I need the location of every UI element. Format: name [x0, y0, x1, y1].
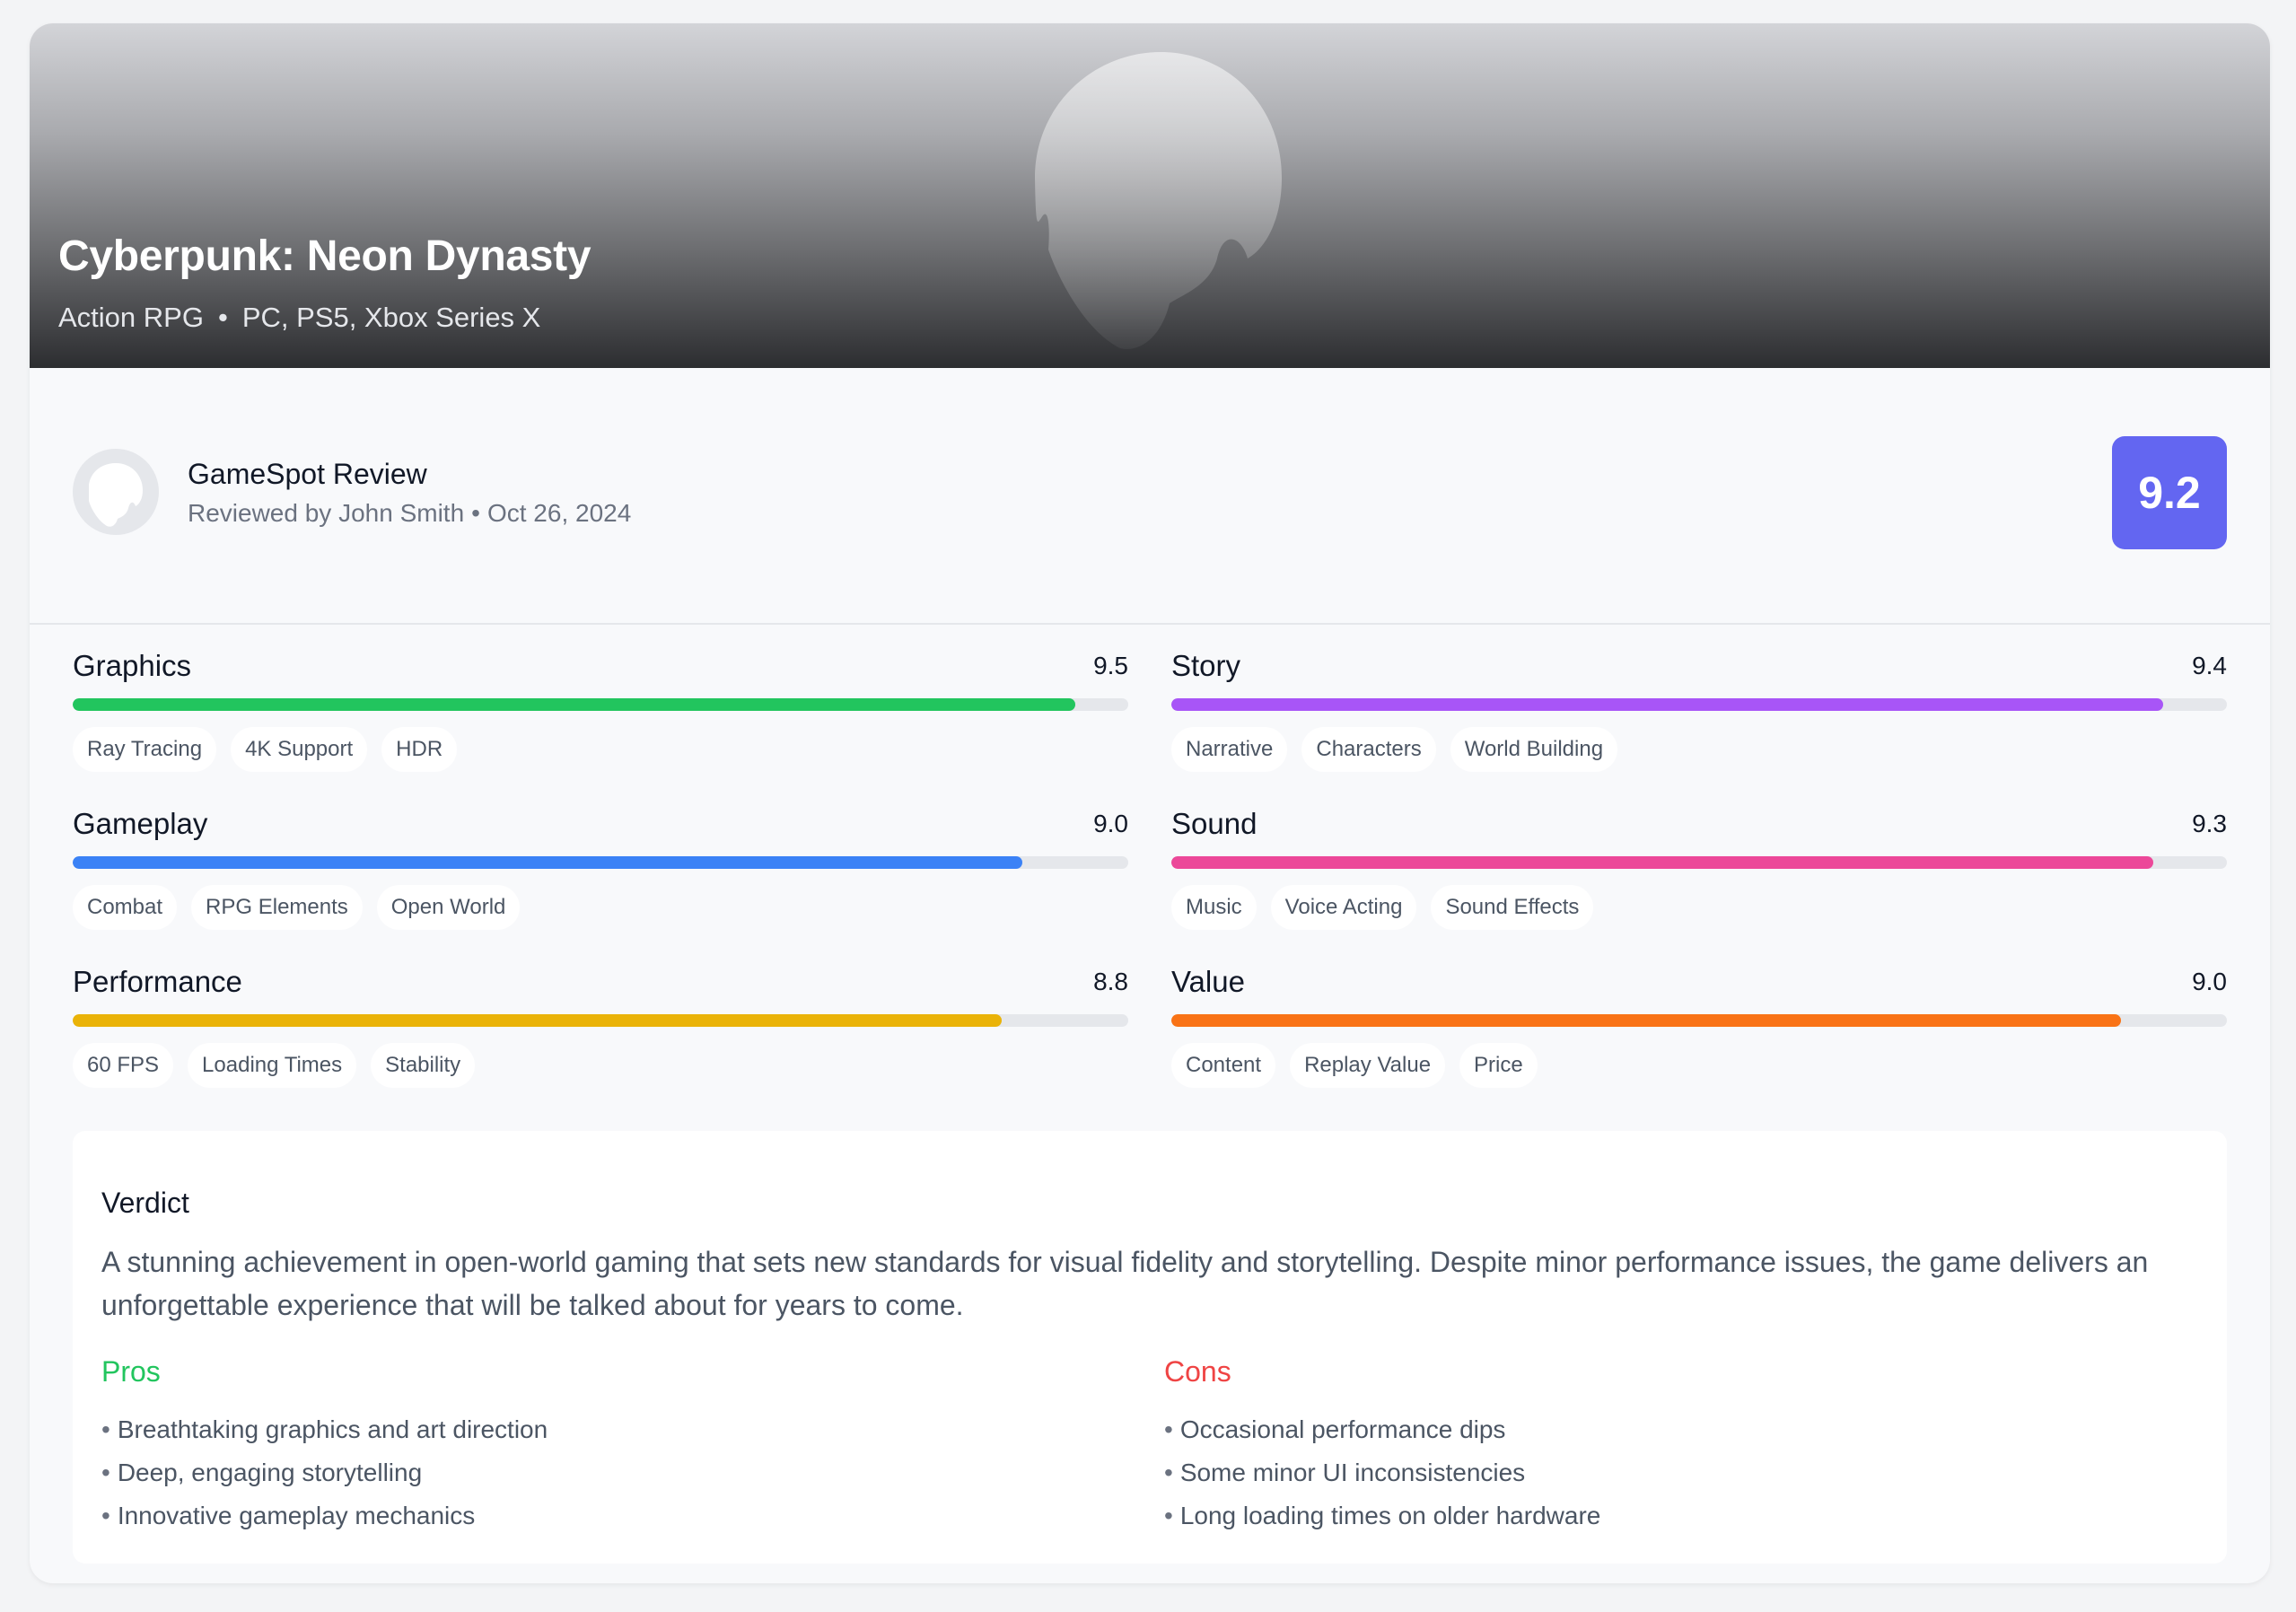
pros-list: Breathtaking graphics and art direction … — [101, 1408, 1089, 1538]
tag-list: Combat RPG Elements Open World — [73, 885, 1128, 930]
review-source: GameSpot Review — [188, 458, 427, 490]
tag[interactable]: World Building — [1450, 727, 1618, 772]
category-performance: Performance 8.8 60 FPS Loading Times Sta… — [73, 962, 1128, 1090]
score-bar-fill — [73, 698, 1076, 711]
hero-placeholder-image — [1035, 52, 1282, 349]
cons-section: Cons Occasional performance dips Some mi… — [1164, 1355, 2151, 1538]
pros-item: Innovative gameplay mechanics — [101, 1494, 1089, 1538]
tag[interactable]: Loading Times — [188, 1043, 357, 1088]
review-date: Oct 26, 2024 — [486, 499, 632, 527]
score-bar — [1171, 1014, 2227, 1027]
tag[interactable]: HDR — [381, 727, 458, 772]
score-bar — [73, 698, 1128, 711]
score-bar — [1171, 698, 2227, 711]
verdict-panel: Verdict A stunning achievement in open-w… — [73, 1131, 2227, 1564]
category-name: Graphics — [73, 649, 192, 682]
category-score: 9.3 — [2192, 810, 2227, 837]
score-bar-fill — [1171, 856, 2153, 869]
category-name: Performance — [73, 965, 242, 998]
score-bar-fill — [73, 856, 1023, 869]
reviewer-name: Reviewed by John Smith — [188, 499, 465, 527]
tag-list: Narrative Characters World Building — [1171, 727, 2227, 772]
meta-separator: • — [217, 302, 228, 333]
category-score: 9.0 — [1093, 810, 1128, 837]
category-score: 8.8 — [1093, 968, 1128, 995]
byline-separator: • — [471, 499, 480, 527]
pros-section: Pros Breathtaking graphics and art direc… — [101, 1355, 1089, 1538]
avatar-placeholder-icon — [89, 463, 143, 527]
tag[interactable]: 60 FPS — [73, 1043, 174, 1088]
tag[interactable]: Stability — [371, 1043, 476, 1088]
tag[interactable]: Voice Acting — [1270, 885, 1417, 930]
verdict-text: A stunning achievement in open-world gam… — [101, 1246, 2149, 1321]
game-genre: Action RPG — [58, 302, 204, 333]
cons-title: Cons — [1164, 1355, 1231, 1388]
tag[interactable]: Characters — [1301, 727, 1436, 772]
tag[interactable]: Sound Effects — [1431, 885, 1594, 930]
reviewer-header: GameSpot Review Reviewed by John Smith • O… — [30, 368, 2270, 625]
game-meta: Action RPG • PC, PS5, Xbox Series X — [58, 302, 540, 334]
tag[interactable]: Content — [1171, 1043, 1276, 1088]
tag-list: Music Voice Acting Sound Effects — [1171, 885, 2227, 930]
cons-list: Occasional performance dips Some minor U… — [1164, 1408, 2151, 1538]
tag[interactable]: Price — [1459, 1043, 1538, 1088]
tag[interactable]: Replay Value — [1290, 1043, 1446, 1088]
category-scores: Graphics 9.5 Ray Tracing 4K Support HDR … — [73, 646, 2227, 1090]
game-platforms: PC, PS5, Xbox Series X — [241, 302, 541, 333]
category-name: Gameplay — [73, 807, 208, 840]
category-value: Value 9.0 Content Replay Value Price — [1171, 962, 2227, 1090]
category-score: 9.5 — [1093, 652, 1128, 679]
tag-list: Content Replay Value Price — [1171, 1043, 2227, 1088]
tag[interactable]: RPG Elements — [191, 885, 363, 930]
score-bar — [73, 856, 1128, 869]
pros-item: Deep, engaging storytelling — [101, 1451, 1089, 1494]
pros-title: Pros — [101, 1355, 161, 1388]
category-score: 9.0 — [2192, 968, 2227, 995]
review-byline: Reviewed by John Smith • Oct 26, 2024 — [188, 499, 631, 528]
tag[interactable]: Music — [1171, 885, 1257, 930]
review-card: Cyberpunk: Neon Dynasty Action RPG • PC, P… — [30, 23, 2270, 1583]
cons-item: Occasional performance dips — [1164, 1408, 2151, 1451]
hero-banner: Cyberpunk: Neon Dynasty Action RPG • PC, P… — [30, 23, 2270, 368]
verdict-title: Verdict — [101, 1187, 189, 1219]
category-name: Sound — [1171, 807, 1258, 840]
tag[interactable]: Combat — [73, 885, 178, 930]
tag[interactable]: Narrative — [1171, 727, 1288, 772]
category-story: Story 9.4 Narrative Characters World Bui… — [1171, 646, 2227, 774]
category-name: Story — [1171, 649, 1241, 682]
score-bar-fill — [1171, 698, 2164, 711]
tag-list: 60 FPS Loading Times Stability — [73, 1043, 1128, 1088]
pros-item: Breathtaking graphics and art direction — [101, 1408, 1089, 1451]
score-bar — [73, 1014, 1128, 1027]
category-sound: Sound 9.3 Music Voice Acting Sound Effec… — [1171, 804, 2227, 932]
tag[interactable]: Ray Tracing — [73, 727, 217, 772]
overall-score-badge: 9.2 — [2112, 436, 2227, 549]
reviewer-avatar — [73, 449, 159, 535]
score-bar-fill — [73, 1014, 1002, 1027]
game-title: Cyberpunk: Neon Dynasty — [58, 232, 592, 280]
cons-item: Long loading times on older hardware — [1164, 1494, 2151, 1538]
category-gameplay: Gameplay 9.0 Combat RPG Elements Open Wo… — [73, 804, 1128, 932]
tag-list: Ray Tracing 4K Support HDR — [73, 727, 1128, 772]
tag[interactable]: 4K Support — [231, 727, 368, 772]
category-graphics: Graphics 9.5 Ray Tracing 4K Support HDR — [73, 646, 1128, 774]
category-name: Value — [1171, 965, 1245, 998]
score-bar-fill — [1171, 1014, 2122, 1027]
score-bar — [1171, 856, 2227, 869]
cons-item: Some minor UI inconsistencies — [1164, 1451, 2151, 1494]
category-score: 9.4 — [2192, 652, 2227, 679]
tag[interactable]: Open World — [376, 885, 521, 930]
